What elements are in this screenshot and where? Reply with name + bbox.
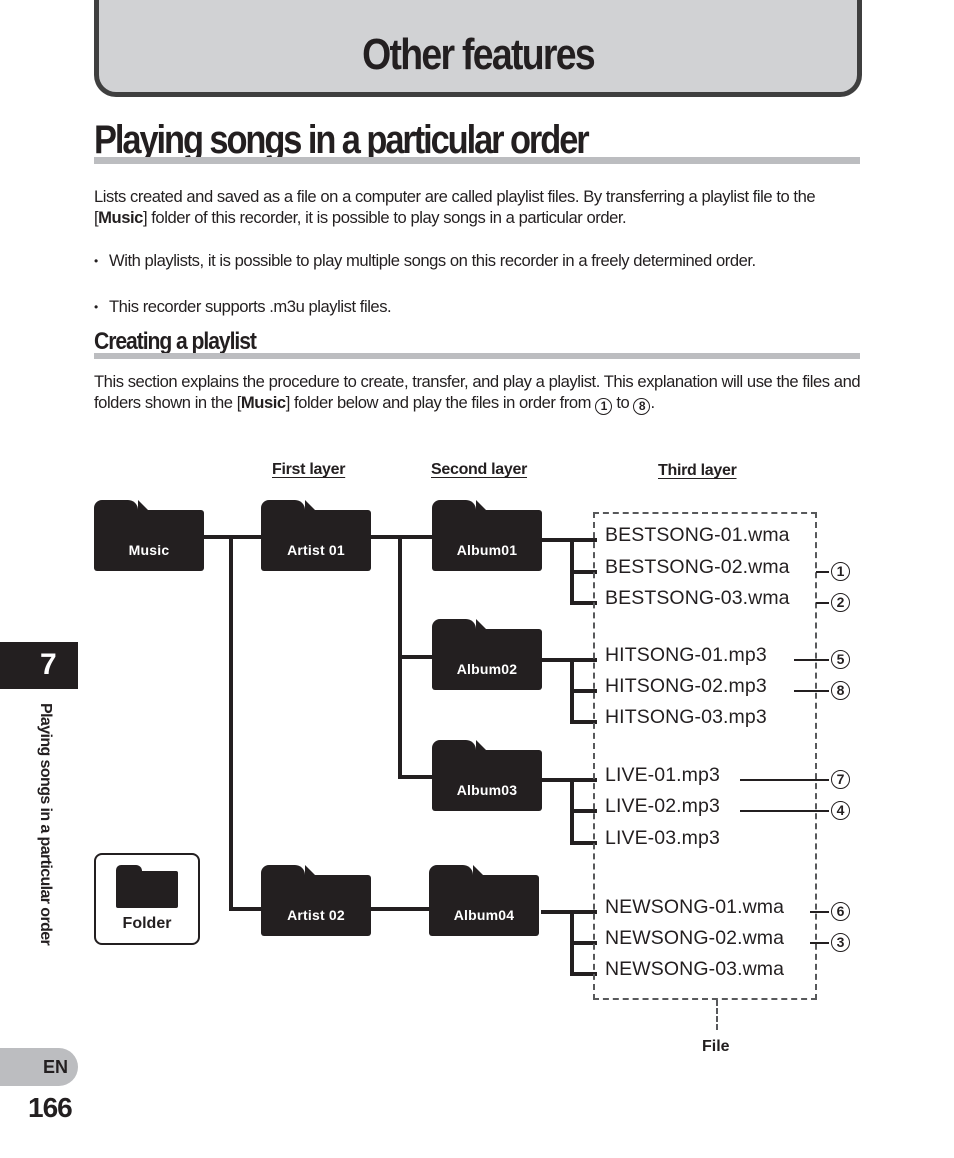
order-connector-line (740, 779, 829, 781)
file-name: HITSONG-01.mp3 (605, 644, 767, 666)
chapter-number: 7 (40, 648, 57, 681)
order-connector-line (810, 942, 829, 944)
file-name: LIVE-01.mp3 (605, 764, 720, 786)
music-folder-ref: Music (98, 207, 143, 227)
order-badge: 1 (831, 562, 850, 581)
file-name: HITSONG-02.mp3 (605, 675, 767, 697)
sub-text-2: ] folder below and play the files in ord… (285, 392, 596, 412)
file-label-pointer (716, 1000, 718, 1030)
connector-line (370, 535, 434, 539)
bullet-item: This recorder supports .m3u playlist fil… (94, 297, 864, 318)
connector-line (229, 907, 263, 911)
file-name: BESTSONG-01.wma (605, 524, 790, 546)
folder-label: Artist 02 (287, 907, 345, 923)
file-label: File (702, 1038, 730, 1055)
folder-label: Album03 (456, 782, 518, 798)
folder-label: Album01 (456, 542, 518, 558)
file-name: NEWSONG-02.wma (605, 927, 785, 949)
intro-paragraph: Lists created and saved as a file on a c… (94, 187, 864, 228)
folder-album03: Album03 (432, 740, 542, 812)
connector-line (398, 655, 434, 659)
file-name: BESTSONG-03.wma (605, 587, 790, 609)
music-folder-ref: Music (240, 392, 286, 412)
order-connector-line (794, 690, 829, 692)
bullet-item: With playlists, it is possible to play m… (94, 251, 864, 272)
file-name: BESTSONG-02.wma (605, 556, 790, 578)
connector-line (229, 535, 233, 911)
folder-label: Artist 01 (287, 542, 345, 558)
section-title-rule (94, 157, 860, 164)
order-badge: 3 (831, 933, 850, 952)
folder-album01: Album01 (432, 500, 542, 572)
legend-label: Folder (122, 915, 172, 932)
file-name: LIVE-02.mp3 (605, 795, 720, 817)
connector-line (203, 535, 263, 539)
connector-line (370, 907, 431, 911)
folder-label: Music (128, 542, 170, 558)
folder-music: Music (94, 500, 204, 572)
connector-line (541, 658, 597, 662)
subsection-title: Creating a playlist (94, 328, 257, 355)
order-connector-line (816, 571, 829, 573)
order-connector-line (816, 602, 829, 604)
order-start-badge: 1 (595, 397, 613, 415)
file-name: NEWSONG-01.wma (605, 896, 785, 918)
folder-label: Album04 (453, 907, 515, 923)
first-layer-label: First layer (272, 461, 346, 478)
connector-line (541, 910, 597, 914)
order-end-badge: 8 (633, 397, 651, 415)
order-badge: 8 (831, 681, 850, 700)
order-connector-line (810, 911, 829, 913)
folder-album04: Album04 (429, 865, 539, 937)
folder-artist-01: Artist 01 (261, 500, 371, 572)
legend-folder-icon (116, 865, 178, 909)
order-badge: 5 (831, 650, 850, 669)
connector-line (541, 778, 597, 782)
side-chapter-title: Playing songs in a particular order (37, 703, 54, 946)
sub-text-4: . (650, 392, 655, 412)
folder-album02: Album02 (432, 619, 542, 691)
file-name: NEWSONG-03.wma (605, 958, 785, 980)
order-badge: 4 (831, 801, 850, 820)
folder-artist-02: Artist 02 (261, 865, 371, 937)
order-connector-line (794, 659, 829, 661)
file-name: HITSONG-03.mp3 (605, 706, 767, 728)
file-name: LIVE-03.mp3 (605, 827, 720, 849)
third-layer-label: Third layer (658, 462, 737, 479)
connector-line (398, 775, 434, 779)
order-badge: 2 (831, 593, 850, 612)
language-label: EN (43, 1057, 69, 1077)
chapter-tab (0, 642, 78, 689)
page-number: 166 (28, 1092, 73, 1123)
order-connector-line (740, 810, 829, 812)
subsection-paragraph: This section explains the procedure to c… (94, 372, 864, 415)
intro-text-2: ] folder of this recorder, it is possibl… (142, 207, 627, 227)
order-badge: 7 (831, 770, 850, 789)
folder-label: Album02 (456, 661, 518, 677)
subsection-title-rule (94, 353, 860, 359)
connector-line (541, 538, 597, 542)
order-badge: 6 (831, 902, 850, 921)
second-layer-label: Second layer (431, 461, 528, 478)
sub-text-3: to (612, 392, 634, 412)
chapter-title: Other features (362, 30, 596, 79)
